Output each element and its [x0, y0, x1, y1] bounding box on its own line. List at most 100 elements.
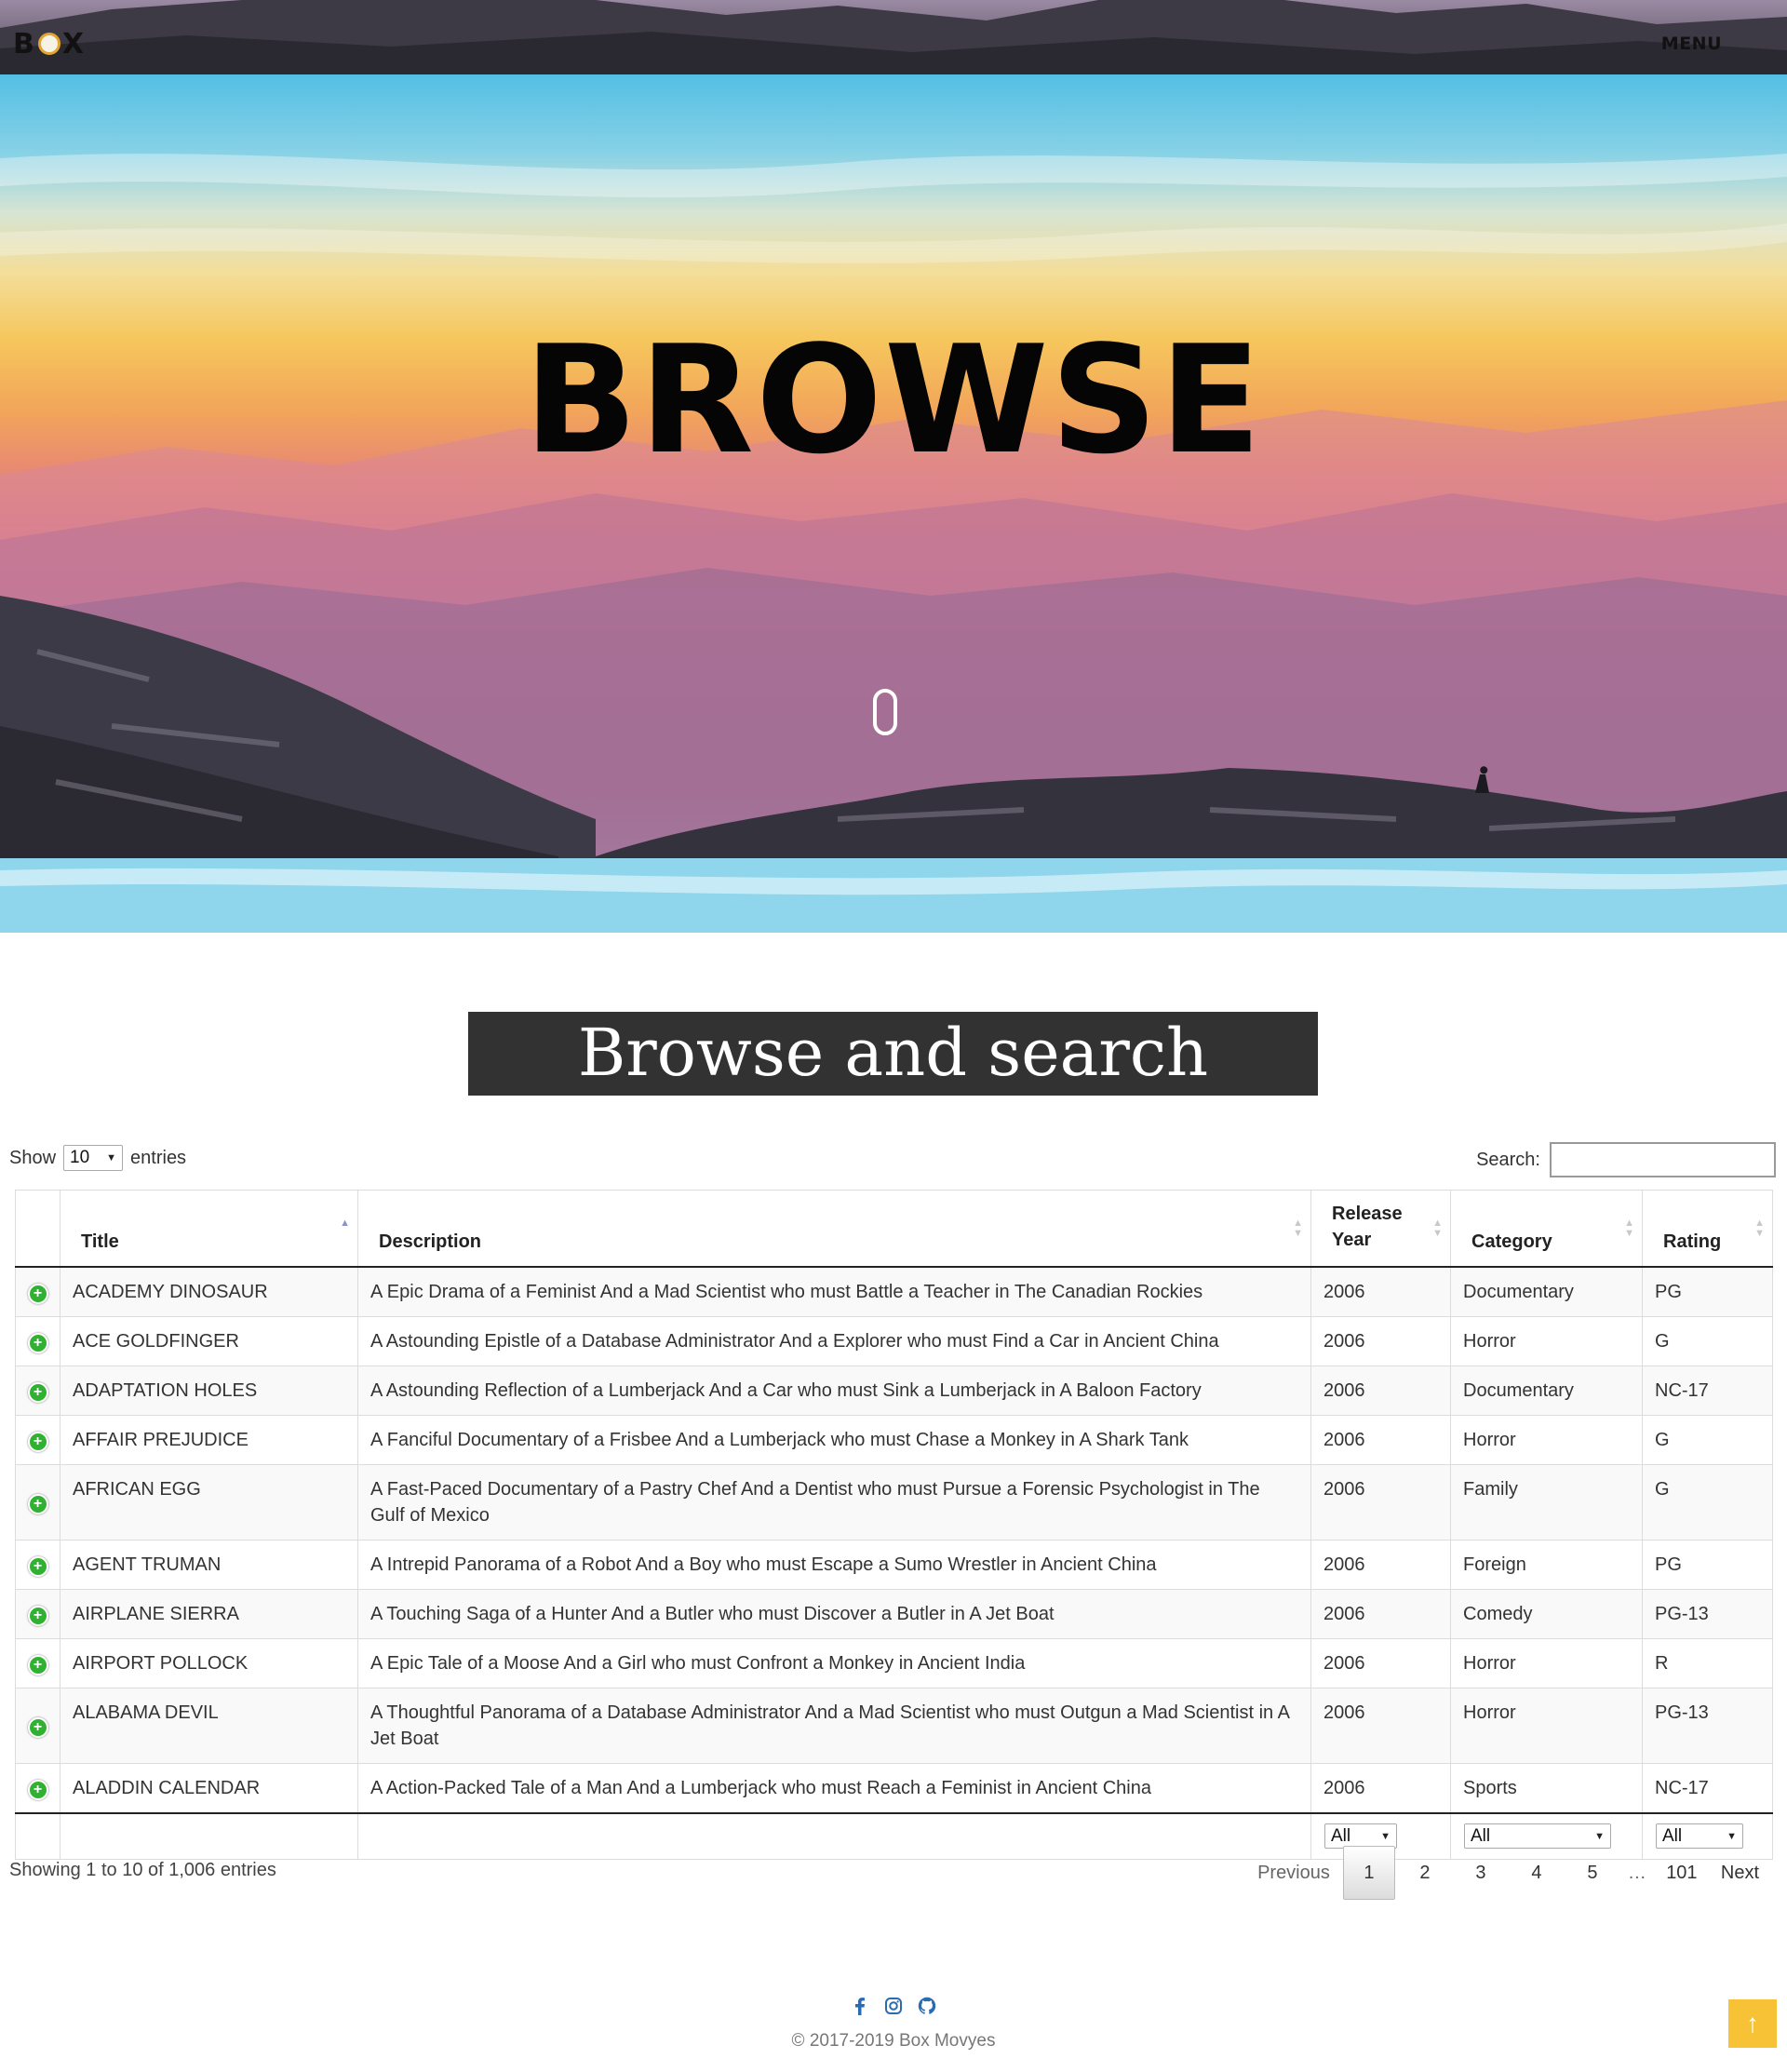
cell-release-year: 2006 [1310, 1365, 1451, 1416]
column-header-title[interactable]: Title ▲ [60, 1190, 358, 1268]
expand-row-plus-icon[interactable]: + [27, 1381, 48, 1403]
logo-letter-b: B [13, 27, 36, 61]
github-icon[interactable] [917, 1996, 937, 2016]
search-label: Search: [1476, 1149, 1540, 1170]
expand-row-plus-icon[interactable]: + [27, 1555, 48, 1577]
caret-down-icon: ▼ [1380, 1830, 1391, 1842]
hero-mountain-image [0, 154, 1787, 933]
cell-rating: PG [1642, 1539, 1773, 1590]
column-header-rating[interactable]: Rating ▲ ▼ [1642, 1190, 1773, 1268]
page-button-2[interactable]: 2 [1399, 1847, 1451, 1899]
table-row[interactable]: + AFRICAN EGG A Fast-Paced Documentary of … [15, 1463, 1773, 1541]
sort-ascending-icon: ▲ [340, 1218, 350, 1229]
cell-rating: PG [1642, 1266, 1773, 1317]
table-row[interactable]: + ACADEMY DINOSAUR A Epic Drama of a Femin… [15, 1266, 1773, 1317]
sort-icon: ▲ ▼ [1293, 1218, 1303, 1239]
cell-title: ADAPTATION HOLES [60, 1365, 358, 1416]
search-input[interactable] [1550, 1142, 1776, 1177]
cell-rating: PG-13 [1642, 1588, 1773, 1639]
expand-row-plus-icon[interactable]: + [27, 1283, 48, 1304]
expand-row-plus-icon[interactable]: + [27, 1431, 48, 1452]
row-expand-cell: + [15, 1762, 60, 1813]
column-header-title-label: Title [81, 1231, 119, 1252]
expand-row-plus-icon[interactable]: + [27, 1654, 48, 1675]
column-header-category[interactable]: Category ▲ ▼ [1450, 1190, 1643, 1268]
cell-title: ALADDIN CALENDAR [60, 1762, 358, 1813]
scroll-down-mouse-icon[interactable] [873, 689, 897, 735]
logo[interactable]: B X [13, 27, 87, 61]
next-page-button[interactable]: Next [1712, 1847, 1768, 1899]
show-entries-control: Show 10 ▼ entries [9, 1145, 186, 1171]
search-control: Search: [1476, 1142, 1776, 1177]
cell-title: AFRICAN EGG [60, 1463, 358, 1541]
cell-category: Horror [1450, 1687, 1643, 1764]
column-header-release-year[interactable]: Release Year ▲ ▼ [1310, 1190, 1451, 1268]
table-row[interactable]: + ACE GOLDFINGER A Astounding Epistle of a… [15, 1315, 1773, 1366]
cell-rating: R [1642, 1637, 1773, 1689]
table-row[interactable]: + AIRPORT POLLOCK A Epic Tale of a Moose A… [15, 1637, 1773, 1689]
menu-button[interactable]: MENU [1661, 34, 1722, 54]
cell-title: AIRPORT POLLOCK [60, 1637, 358, 1689]
entries-per-page-select[interactable]: 10 ▼ [63, 1145, 124, 1171]
table-row[interactable]: + ALABAMA DEVIL A Thoughtful Panorama of a… [15, 1687, 1773, 1764]
facebook-icon[interactable] [850, 1996, 870, 2016]
cell-rating: NC-17 [1642, 1762, 1773, 1813]
column-header-description[interactable]: Description ▲ ▼ [357, 1190, 1311, 1268]
year-filter-value: All [1331, 1825, 1351, 1846]
navbar-mountain-image [0, 0, 1787, 74]
social-links [0, 1996, 1787, 2016]
page-button-1[interactable]: 1 [1342, 1846, 1395, 1900]
row-expand-cell: + [15, 1414, 60, 1465]
cell-category: Family [1450, 1463, 1643, 1541]
section-heading: Browse and search movies [468, 1012, 1318, 1173]
expand-row-plus-icon[interactable]: + [27, 1605, 48, 1626]
cell-category: Horror [1450, 1637, 1643, 1689]
expand-row-plus-icon[interactable]: + [27, 1716, 48, 1738]
table-row[interactable]: + AIRPLANE SIERRA A Touching Saga of a Hun… [15, 1588, 1773, 1639]
column-header-rating-label: Rating [1663, 1231, 1722, 1252]
logo-film-reel-icon [37, 33, 60, 55]
expand-row-plus-icon[interactable]: + [27, 1332, 48, 1353]
cell-release-year: 2006 [1310, 1762, 1451, 1813]
table-row[interactable]: + AFFAIR PREJUDICE A Fanciful Documentary … [15, 1414, 1773, 1465]
cell-release-year: 2006 [1310, 1463, 1451, 1541]
caret-down-icon: ▼ [1594, 1830, 1605, 1842]
cell-title: ACADEMY DINOSAUR [60, 1266, 358, 1317]
column-header-release-year-line1: Release [1332, 1203, 1403, 1224]
page-button-5[interactable]: 5 [1566, 1847, 1619, 1899]
cell-title: ALABAMA DEVIL [60, 1687, 358, 1764]
cell-description: A Astounding Epistle of a Database Admin… [357, 1315, 1311, 1366]
cell-release-year: 2006 [1310, 1266, 1451, 1317]
table-row[interactable]: + ADAPTATION HOLES A Astounding Reflection… [15, 1365, 1773, 1416]
table-row[interactable]: + AGENT TRUMAN A Intrepid Panorama of a Ro… [15, 1539, 1773, 1590]
cell-category: Documentary [1450, 1365, 1643, 1416]
row-expand-cell: + [15, 1588, 60, 1639]
cell-description: A Fanciful Documentary of a Frisbee And … [357, 1414, 1311, 1465]
cell-title: AIRPLANE SIERRA [60, 1588, 358, 1639]
column-header-category-label: Category [1471, 1231, 1552, 1252]
instagram-icon[interactable] [883, 1996, 904, 2016]
cell-release-year: 2006 [1310, 1539, 1451, 1590]
page-button-last[interactable]: 101 [1656, 1847, 1708, 1899]
cell-description: A Fast-Paced Documentary of a Pastry Che… [357, 1463, 1311, 1541]
row-expand-cell: + [15, 1637, 60, 1689]
column-header-control [15, 1190, 60, 1268]
expand-row-plus-icon[interactable]: + [27, 1779, 48, 1800]
table-header-row: Title ▲ Description ▲ ▼ Release Year ▲ ▼ C… [15, 1190, 1773, 1268]
page-button-4[interactable]: 4 [1511, 1847, 1563, 1899]
cell-title: ACE GOLDFINGER [60, 1315, 358, 1366]
expand-row-plus-icon[interactable]: + [27, 1493, 48, 1514]
previous-page-button[interactable]: Previous [1248, 1847, 1339, 1899]
cell-description: A Intrepid Panorama of a Robot And a Boy… [357, 1539, 1311, 1590]
cell-rating: G [1642, 1414, 1773, 1465]
cell-description: A Epic Drama of a Feminist And a Mad Sci… [357, 1266, 1311, 1317]
cell-category: Foreign [1450, 1539, 1643, 1590]
back-to-top-button[interactable]: ↑ [1728, 1999, 1777, 2048]
table-info: Showing 1 to 10 of 1,006 entries [9, 1860, 276, 1880]
table-row[interactable]: + ALADDIN CALENDAR A Action-Packed Tale of… [15, 1762, 1773, 1813]
logo-letter-x: X [61, 27, 87, 61]
cell-release-year: 2006 [1310, 1637, 1451, 1689]
cell-category: Horror [1450, 1414, 1643, 1465]
row-expand-cell: + [15, 1365, 60, 1416]
page-button-3[interactable]: 3 [1455, 1847, 1507, 1899]
